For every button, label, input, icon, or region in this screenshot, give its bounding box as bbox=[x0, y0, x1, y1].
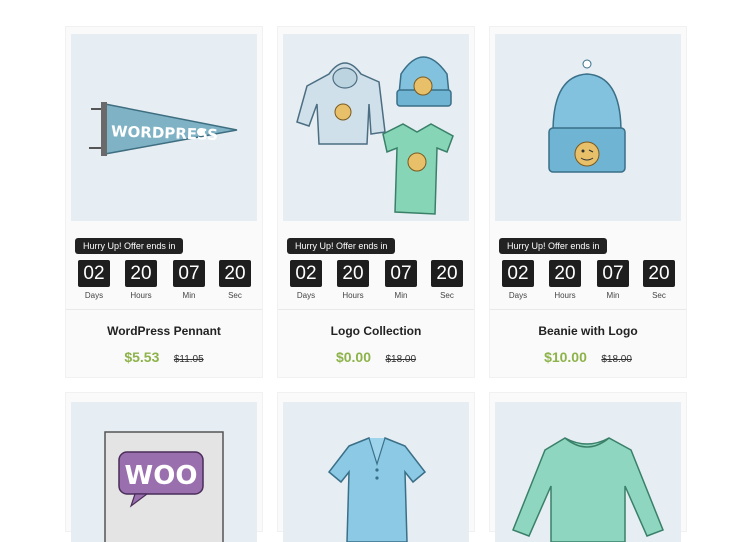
product-title[interactable]: Beanie with Logo bbox=[490, 324, 686, 338]
countdown-days: 02 bbox=[502, 260, 534, 287]
countdown-min-label: Min bbox=[606, 291, 620, 300]
beanie-illustration bbox=[548, 59, 626, 173]
card-divider bbox=[278, 309, 474, 310]
pennant-illustration: WORDPRESS bbox=[89, 102, 238, 156]
product-card[interactable]: WOO bbox=[65, 392, 263, 542]
regular-price: $18.00 bbox=[385, 354, 417, 365]
regular-price: $11.05 bbox=[173, 354, 204, 365]
countdown-hours-label: Hours bbox=[342, 291, 364, 300]
countdown-min: 07 bbox=[385, 260, 417, 287]
product-prices: $5.53 $11.05 bbox=[66, 349, 262, 367]
sale-price: $10.00 bbox=[544, 349, 587, 365]
countdown-timer: 02 Days 20 Hours 07 Min 20 Sec bbox=[73, 260, 257, 302]
product-image-logo-collection[interactable] bbox=[283, 34, 469, 221]
countdown-hours: 20 bbox=[337, 260, 369, 287]
countdown-timer: 02 Days 20 Hours 07 Min 20 Sec bbox=[497, 260, 681, 302]
product-card[interactable]: Hurry Up! Offer ends in 02 Days 20 Hours 0… bbox=[277, 26, 475, 378]
countdown-sec-label: Sec bbox=[652, 291, 666, 300]
product-image-pennant[interactable]: WORDPRESS bbox=[71, 34, 257, 221]
woo-album-illustration: WOO bbox=[104, 431, 224, 542]
card-divider bbox=[66, 309, 262, 310]
product-card[interactable]: Hurry Up! Offer ends in 02 Days 20 Hours 0… bbox=[489, 26, 687, 378]
countdown-hours-label: Hours bbox=[130, 291, 152, 300]
countdown-days: 02 bbox=[290, 260, 322, 287]
countdown-min: 07 bbox=[173, 260, 205, 287]
product-prices: $0.00 $18.00 bbox=[278, 349, 474, 367]
sale-price: $5.53 bbox=[124, 349, 160, 365]
countdown-min-label: Min bbox=[394, 291, 408, 300]
countdown-min-label: Min bbox=[182, 291, 196, 300]
countdown-days-label: Days bbox=[84, 291, 104, 300]
product-card[interactable] bbox=[489, 392, 687, 542]
sale-price: $0.00 bbox=[335, 349, 371, 365]
countdown-sec: 20 bbox=[431, 260, 463, 287]
countdown-timer: 02 Days 20 Hours 07 Min 20 Sec bbox=[285, 260, 469, 302]
countdown-hours: 20 bbox=[125, 260, 157, 287]
product-image-beanie[interactable] bbox=[495, 34, 681, 221]
offer-badge: Hurry Up! Offer ends in bbox=[287, 238, 396, 254]
polo-illustration bbox=[327, 437, 427, 542]
countdown-days: 02 bbox=[78, 260, 110, 287]
product-image-polo[interactable] bbox=[283, 402, 469, 542]
offer-badge: Hurry Up! Offer ends in bbox=[499, 238, 608, 254]
regular-price: $18.00 bbox=[601, 354, 632, 365]
countdown-sec: 20 bbox=[643, 260, 675, 287]
long-sleeve-tee-illustration bbox=[512, 437, 664, 542]
product-image-long-sleeve[interactable] bbox=[495, 402, 681, 542]
product-title[interactable]: Logo Collection bbox=[278, 324, 474, 338]
countdown-sec-label: Sec bbox=[440, 291, 454, 300]
product-title[interactable]: WordPress Pennant bbox=[66, 324, 262, 338]
product-card[interactable] bbox=[277, 392, 475, 542]
product-image-woo-album[interactable]: WOO bbox=[71, 402, 257, 542]
countdown-hours: 20 bbox=[549, 260, 581, 287]
logo-collection-illustration bbox=[296, 56, 454, 215]
product-prices: $10.00 $18.00 bbox=[490, 349, 686, 367]
card-divider bbox=[490, 309, 686, 310]
countdown-sec: 20 bbox=[219, 260, 251, 287]
countdown-min: 07 bbox=[597, 260, 629, 287]
countdown-sec-label: Sec bbox=[228, 291, 242, 300]
countdown-hours-label: Hours bbox=[554, 291, 576, 300]
offer-badge: Hurry Up! Offer ends in bbox=[75, 238, 184, 254]
product-card[interactable]: WORDPRESS Hurry Up! Offer ends in 02 Days… bbox=[65, 26, 263, 378]
countdown-days-label: Days bbox=[296, 291, 316, 300]
countdown-days-label: Days bbox=[508, 291, 528, 300]
woo-logo-text: WOO bbox=[125, 461, 198, 491]
